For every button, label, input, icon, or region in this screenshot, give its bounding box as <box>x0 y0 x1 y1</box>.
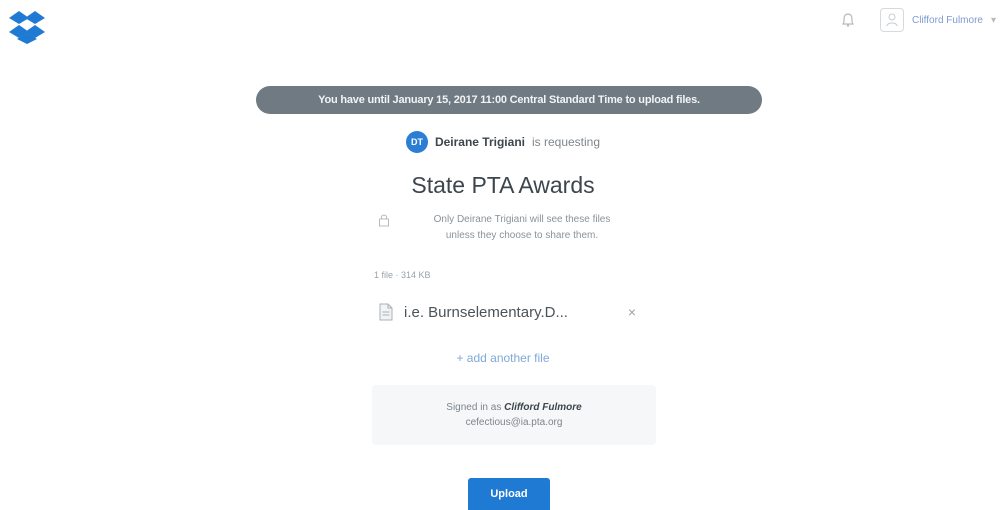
remove-file-button[interactable]: × <box>624 304 640 320</box>
signed-in-line: Signed in as Clifford Fulmore <box>372 400 656 415</box>
chevron-down-icon: ▾ <box>990 14 996 26</box>
user-menu[interactable]: Clifford Fulmore ▾ <box>880 8 996 32</box>
upload-button[interactable]: Upload <box>468 478 550 510</box>
requester-name: Deirane Trigiani <box>434 135 525 149</box>
signed-in-panel: Signed in as Clifford Fulmore cefectious… <box>372 385 656 445</box>
dropbox-logo-icon[interactable] <box>8 10 46 44</box>
signed-in-name: Clifford Fulmore <box>504 402 582 413</box>
file-row: i.e. Burnselementary.D... × <box>378 296 640 328</box>
privacy-line-2: unless they choose to share them. <box>445 230 599 241</box>
file-icon <box>378 303 394 321</box>
requesting-text: is requesting <box>531 135 601 149</box>
requester-line: DT Deirane Trigiani is requesting <box>0 131 1006 153</box>
deadline-banner: You have until January 15, 2017 11:00 Ce… <box>256 86 762 114</box>
add-another-file-link[interactable]: + add another file <box>0 351 1006 365</box>
file-name: i.e. Burnselementary.D... <box>404 303 568 321</box>
header-actions: Clifford Fulmore ▾ <box>838 8 996 32</box>
privacy-line-1: Only Deirane Trigiani will see these fil… <box>433 214 611 225</box>
privacy-notice: Only Deirane Trigiani will see these fil… <box>378 212 648 244</box>
user-name: Clifford Fulmore <box>912 14 983 26</box>
avatar <box>880 8 905 32</box>
signed-in-email: cefectious@ia.pta.org <box>465 417 563 428</box>
request-title: State PTA Awards <box>411 172 595 198</box>
signed-in-prefix: Signed in as <box>446 402 502 413</box>
file-count: 1 file · 314 KB <box>374 270 431 280</box>
bell-icon[interactable] <box>838 10 858 30</box>
lock-icon <box>378 213 390 227</box>
requester-avatar: DT <box>405 131 428 153</box>
